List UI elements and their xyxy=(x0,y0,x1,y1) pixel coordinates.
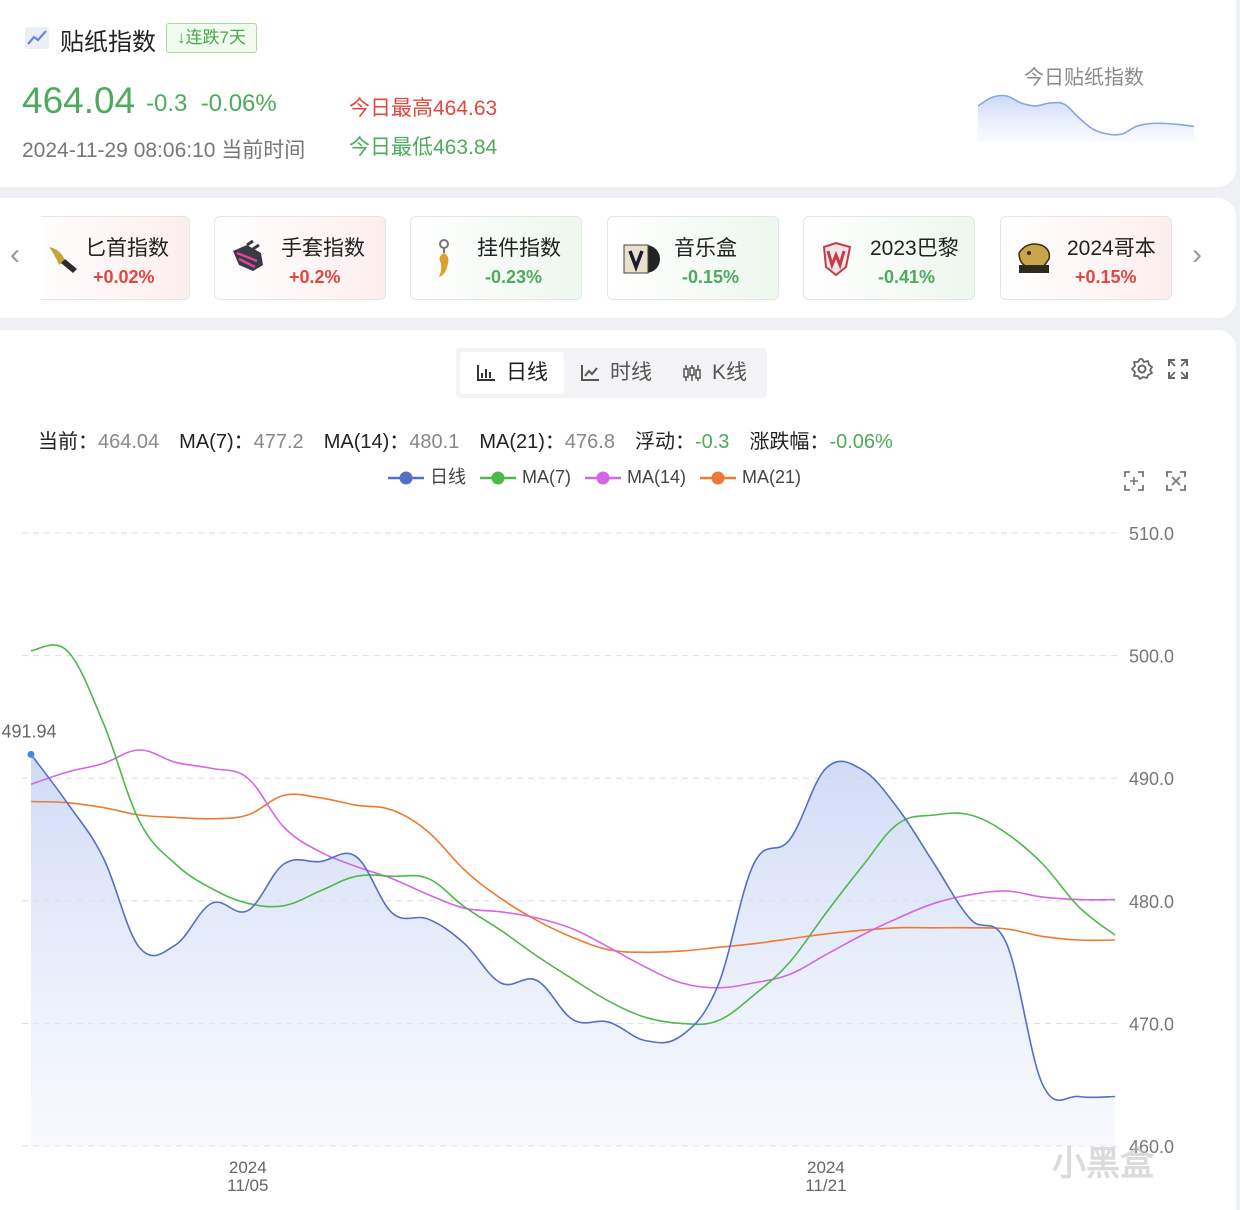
legend-label: 日线 xyxy=(430,467,466,487)
category-change: +0.02% xyxy=(93,267,155,287)
arrow-down-icon: ↓ xyxy=(177,28,186,47)
index-line-chart: 510.0500.0490.0480.0470.0460.0491.942024… xyxy=(1,524,1174,1195)
trend-chart-icon xyxy=(25,27,49,49)
category-change: -0.41% xyxy=(878,267,936,287)
tab-label: K线 xyxy=(712,361,748,384)
first-point-marker xyxy=(27,750,35,758)
category-card-knife[interactable]: 匕首指数 +0.02% xyxy=(41,216,190,300)
legend-item[interactable]: MA(21) xyxy=(700,467,801,488)
pct-value: -0.06% xyxy=(829,431,893,453)
update-timestamp: 2024-11-29 08:06:10 当前时间 xyxy=(22,139,306,162)
legend-label: MA(21) xyxy=(742,467,802,487)
ma7-label: MA(7)： xyxy=(179,431,254,453)
music-kit-icon xyxy=(623,244,660,274)
y-tick-label: 480.0 xyxy=(1129,892,1174,912)
category-card-music-kits[interactable]: 音乐盒 -0.15% xyxy=(607,216,779,300)
legend-marker xyxy=(388,471,424,485)
fullscreen-icon[interactable] xyxy=(1167,358,1189,380)
category-name: 音乐盒 xyxy=(674,237,737,260)
category-name: 2023巴黎 xyxy=(870,237,959,260)
tab-label: 时线 xyxy=(610,361,652,384)
x-tick-year: 2024 xyxy=(229,1158,267,1177)
ma14-value: 480.1 xyxy=(409,431,460,453)
streak-badge: ↓连跌7天 xyxy=(166,23,257,53)
category-name: 挂件指数 xyxy=(477,237,561,260)
legend-marker xyxy=(480,471,516,485)
paris-major-icon xyxy=(822,241,852,277)
legend-item[interactable]: 日线 xyxy=(388,463,466,489)
pct-label: 涨跌幅： xyxy=(749,431,830,453)
tab-daily[interactable]: 日线 xyxy=(460,352,564,394)
knife-icon xyxy=(49,247,77,273)
x-tick-date: 11/05 xyxy=(227,1176,268,1195)
category-card-gloves[interactable]: 手套指数 +0.2% xyxy=(214,216,386,300)
settings-gear-icon[interactable] xyxy=(1130,357,1154,381)
x-tick-year: 2024 xyxy=(807,1158,845,1177)
ma21-value: 476.8 xyxy=(564,431,615,453)
daily-high: 今日最高464.63 xyxy=(349,97,498,120)
float-label: 浮动： xyxy=(634,431,695,453)
category-card-charms[interactable]: 挂件指数 -0.23% xyxy=(410,216,582,300)
x-tick-date: 11/21 xyxy=(805,1176,846,1195)
bar-chart-icon xyxy=(477,365,495,381)
category-card-copenhagen-2024[interactable]: 2024哥本 +0.15% xyxy=(1000,216,1172,300)
legend-item[interactable]: MA(14) xyxy=(585,467,686,488)
legend-marker xyxy=(700,471,737,485)
category-change: -0.15% xyxy=(682,267,740,287)
current-value: 464.04 xyxy=(98,431,160,453)
charm-icon xyxy=(439,239,449,277)
category-card-paris-2023[interactable]: 2023巴黎 -0.41% xyxy=(803,216,975,300)
float-value: -0.3 xyxy=(694,431,730,453)
copenhagen-major-icon xyxy=(1018,243,1051,273)
category-change: +0.15% xyxy=(1075,267,1137,287)
sparkline-area xyxy=(978,95,1194,142)
category-change: -0.23% xyxy=(485,267,543,287)
page-title: 贴纸指数 xyxy=(60,29,156,56)
chart-legend: 日线 MA(7) MA(14) MA(21) xyxy=(388,463,815,489)
ma21-label: MA(21)： xyxy=(479,431,565,453)
category-name: 2024哥本 xyxy=(1067,237,1156,260)
daily-low: 今日最低463.84 xyxy=(349,136,498,159)
category-change: +0.2% xyxy=(289,267,341,287)
glove-icon xyxy=(233,239,263,271)
streak-badge-label: 连跌7天 xyxy=(185,28,246,47)
tab-hourly[interactable]: 时线 xyxy=(564,352,662,394)
legend-marker xyxy=(585,471,621,485)
chart-stats: 当前：464.04 MA(7)：477.2 MA(14)：480.1 MA(21)：4… xyxy=(38,425,893,454)
y-tick-label: 470.0 xyxy=(1129,1014,1174,1034)
today-sparkline xyxy=(978,94,1194,142)
zoom-select-icon[interactable] xyxy=(1122,469,1146,493)
category-name: 手套指数 xyxy=(281,237,365,260)
sparkline-label: 今日贴纸指数 xyxy=(1024,67,1144,89)
zoom-reset-icon[interactable] xyxy=(1164,469,1188,493)
y-tick-label: 510.0 xyxy=(1129,524,1174,544)
y-tick-label: 500.0 xyxy=(1129,647,1174,667)
current-label: 当前： xyxy=(38,431,98,453)
carousel-prev-button[interactable]: ‹ xyxy=(3,240,27,270)
chart-tabs: 日线 时线 K线 xyxy=(456,348,767,398)
index-price: 464.04 xyxy=(22,80,136,121)
ma14-label: MA(14)： xyxy=(323,431,410,453)
y-tick-label: 490.0 xyxy=(1129,769,1174,789)
ma7-value: 477.2 xyxy=(253,431,304,453)
candlestick-icon xyxy=(683,365,701,381)
legend-label: MA(14) xyxy=(627,467,687,487)
index-change: -0.3 -0.06% xyxy=(146,90,277,117)
watermark: 小黑盒 xyxy=(1052,1145,1154,1183)
line-chart-icon xyxy=(581,365,599,381)
legend-item[interactable]: MA(7) xyxy=(480,467,571,488)
tab-label: 日线 xyxy=(506,361,548,384)
tab-kline[interactable]: K线 xyxy=(666,352,764,394)
first-point-label: 491.94 xyxy=(1,721,56,741)
carousel-next-button[interactable]: › xyxy=(1185,240,1209,270)
category-name: 匕首指数 xyxy=(85,237,169,260)
legend-label: MA(7) xyxy=(522,467,571,487)
